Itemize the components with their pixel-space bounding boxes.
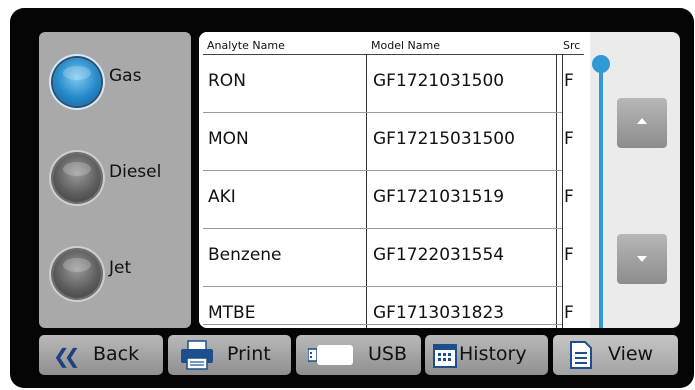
fuel-option-diesel[interactable]: Diesel [53, 148, 188, 208]
table-row[interactable]: RON GF1721031500 F [199, 55, 574, 112]
back-button-label: Back [93, 343, 140, 365]
fuel-type-panel: Gas Diesel Jet [39, 32, 191, 328]
cell-analyte: MTBE [208, 303, 256, 323]
cell-analyte: MON [208, 129, 249, 149]
cell-analyte: RON [208, 71, 246, 91]
scroll-up-button[interactable] [617, 98, 667, 148]
history-button[interactable]: History [425, 335, 548, 375]
fuel-label-jet: Jet [109, 258, 132, 278]
calendar-icon [433, 344, 457, 368]
usb-button-label: USB [368, 343, 408, 365]
radio-button-selected-icon[interactable] [53, 58, 101, 106]
usb-drive-icon [308, 345, 353, 365]
column-header-src: Src [563, 39, 581, 52]
fuel-label-diesel: Diesel [109, 162, 162, 182]
back-button[interactable]: ❮❮ Back [39, 335, 163, 375]
cell-model: GF1713031823 [373, 303, 505, 323]
fuel-option-jet[interactable]: Jet [53, 244, 188, 304]
analyte-table-panel: Analyte Name Model Name Src RON GF172103… [199, 32, 680, 328]
cell-analyte: AKI [208, 187, 236, 207]
column-header-model: Model Name [371, 39, 440, 52]
triangle-down-icon [637, 256, 647, 262]
cell-src: F [564, 129, 574, 149]
cell-model: GF1721031500 [373, 71, 505, 91]
triangle-up-icon [637, 118, 647, 124]
cell-src: F [564, 71, 574, 91]
scrollbar-track[interactable] [599, 66, 603, 328]
print-button[interactable]: Print [168, 335, 291, 375]
printer-icon [181, 340, 213, 370]
scroll-down-button[interactable] [617, 234, 667, 284]
table-row[interactable]: MON GF17215031500 F [199, 113, 574, 170]
cell-model: GF17215031500 [373, 129, 515, 149]
cell-src: F [564, 303, 574, 323]
view-button[interactable]: View [553, 335, 678, 375]
print-button-label: Print [227, 343, 271, 365]
cell-src: F [564, 245, 574, 265]
document-icon [570, 341, 592, 369]
view-button-label: View [608, 343, 654, 365]
radio-button-icon[interactable] [53, 250, 101, 298]
cell-analyte: Benzene [208, 245, 282, 265]
table-row[interactable]: MTBE GF1713031823 F [199, 287, 574, 328]
row-divider [203, 324, 562, 325]
scrollbar-thumb[interactable] [592, 55, 610, 73]
cell-model: GF1722031554 [373, 245, 505, 265]
double-chevron-left-icon: ❮❮ [53, 344, 80, 368]
table-row[interactable]: AKI GF1721031519 F [199, 171, 574, 228]
fuel-option-gas[interactable]: Gas [53, 52, 188, 112]
table-row[interactable]: Benzene GF1722031554 F [199, 229, 574, 286]
usb-button[interactable]: USB [296, 335, 421, 375]
cell-model: GF1721031519 [373, 187, 505, 207]
fuel-label-gas: Gas [109, 66, 142, 86]
history-button-label: History [459, 343, 527, 365]
analyte-table: Analyte Name Model Name Src RON GF172103… [199, 32, 590, 328]
radio-button-icon[interactable] [53, 154, 101, 202]
cell-src: F [564, 187, 574, 207]
column-divider [562, 54, 563, 328]
column-header-analyte: Analyte Name [207, 39, 285, 52]
